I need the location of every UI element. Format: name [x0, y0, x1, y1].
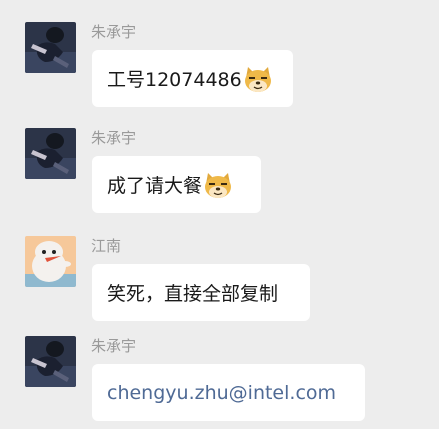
- message-text: 笑死，直接全部复制: [107, 283, 279, 305]
- sender-avatar[interactable]: [25, 236, 76, 287]
- doge-emoji-icon: [243, 64, 273, 94]
- sender-name: 江南: [91, 237, 122, 255]
- message-bubble[interactable]: chengyu.zhu@intel.com: [92, 364, 365, 421]
- email-link[interactable]: chengyu.zhu@intel.com: [107, 382, 336, 404]
- message-bubble[interactable]: 笑死，直接全部复制: [92, 264, 310, 321]
- message-bubble[interactable]: 成了请大餐: [92, 156, 261, 213]
- message-bubble[interactable]: 工号12074486: [92, 50, 293, 107]
- sender-name: 朱承宇: [91, 337, 137, 355]
- sender-avatar[interactable]: [25, 128, 76, 179]
- message-text: 工号12074486: [107, 69, 242, 91]
- sender-avatar[interactable]: [25, 22, 76, 73]
- sender-name: 朱承宇: [91, 23, 137, 41]
- message-text: 成了请大餐: [107, 175, 203, 197]
- doge-emoji-icon: [203, 170, 233, 200]
- sender-name: 朱承宇: [91, 129, 137, 147]
- sender-avatar[interactable]: [25, 336, 76, 387]
